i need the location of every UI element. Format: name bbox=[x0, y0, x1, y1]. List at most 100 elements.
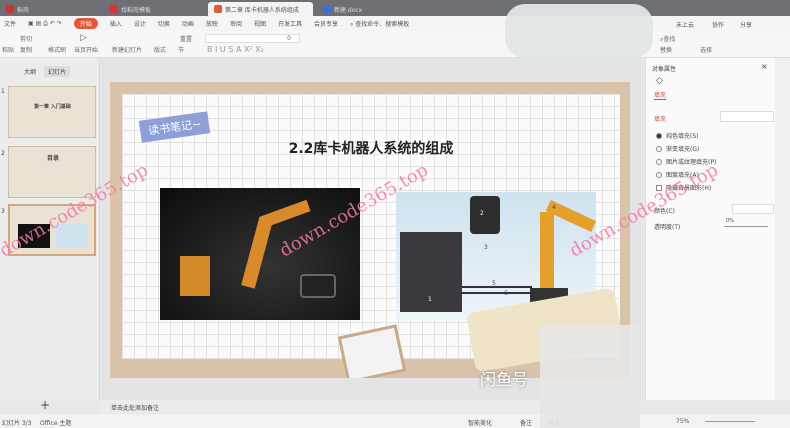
callout-label: 6 bbox=[504, 290, 508, 297]
tab-transition[interactable]: 切换 bbox=[158, 19, 170, 28]
mosaic-blur bbox=[540, 325, 640, 428]
thumb-title: 目录 bbox=[47, 155, 60, 162]
kuka-robot-photo[interactable] bbox=[160, 188, 360, 320]
find-button[interactable]: ⌕查找 bbox=[660, 34, 675, 44]
thumb-image bbox=[18, 224, 50, 248]
quick-access-toolbar[interactable]: ▣ ▤ ⎙ ↶ ↷ bbox=[28, 20, 62, 28]
hide-background-checkbox[interactable]: 隐藏背景图形(H) bbox=[656, 183, 711, 192]
title-bar: 稻壳 找稻壳模板 第二章 库卡机器人系统组成 新建.docx bbox=[0, 0, 790, 16]
replace-button[interactable]: 替换 bbox=[660, 45, 672, 54]
theme-name: Office 主题 bbox=[40, 420, 72, 427]
tab-view[interactable]: 视图 bbox=[254, 19, 266, 28]
new-slide-button[interactable]: 新建幻灯片 bbox=[112, 45, 142, 54]
zoom-slider[interactable] bbox=[705, 421, 755, 422]
slide-number: 3 bbox=[1, 208, 5, 215]
radio-selected bbox=[656, 132, 662, 139]
section-button[interactable]: 节 bbox=[178, 45, 184, 54]
reset-button[interactable]: 重置 bbox=[180, 34, 192, 43]
callout-label: 5 bbox=[492, 280, 496, 287]
teach-pendant bbox=[470, 196, 500, 234]
robot-arm bbox=[540, 212, 554, 292]
format-painter-button[interactable]: 格式刷 bbox=[48, 45, 66, 54]
tab-slideshow[interactable]: 放映 bbox=[206, 19, 218, 28]
word-icon bbox=[323, 5, 331, 13]
cable bbox=[462, 292, 532, 294]
tab-insert[interactable]: 插入 bbox=[110, 19, 122, 28]
robot-arm bbox=[259, 199, 311, 229]
docer-icon bbox=[110, 5, 118, 13]
slide-thumbnail-1[interactable]: 第一章 入门基础 bbox=[8, 86, 96, 138]
tab-docer[interactable]: 稻壳 bbox=[0, 2, 100, 16]
share-button[interactable]: 分享 bbox=[740, 20, 752, 29]
notes-button[interactable]: 备注 bbox=[520, 418, 532, 427]
fill-section-label: 填充 bbox=[654, 116, 667, 123]
callout-label: 1 bbox=[428, 296, 432, 303]
picture-fill-radio[interactable]: 图片或纹理填充(P) bbox=[656, 157, 716, 166]
copy-button[interactable]: 复制 bbox=[20, 45, 32, 54]
select-button[interactable]: 选择 bbox=[700, 45, 712, 54]
color-dropdown[interactable] bbox=[732, 204, 774, 214]
slide-counter: 幻灯片 3/3 bbox=[2, 420, 32, 427]
zoom-level[interactable]: 75% bbox=[676, 418, 689, 425]
tab-review[interactable]: 审阅 bbox=[230, 19, 242, 28]
fill-dropdown[interactable] bbox=[720, 111, 774, 122]
slide-number: 2 bbox=[1, 150, 5, 157]
tab-slides[interactable]: 幻灯片 bbox=[44, 66, 71, 77]
slide-title[interactable]: 2.2库卡机器人系统的组成 bbox=[122, 138, 620, 158]
layout-button[interactable]: 版式 bbox=[154, 45, 166, 54]
pattern-fill-radio[interactable]: 图案填充(A) bbox=[656, 170, 699, 179]
tab-home[interactable]: 开始 bbox=[73, 18, 98, 29]
notes-placeholder: 单击此处添加备注 bbox=[111, 405, 160, 412]
slide-thumbnail-2[interactable]: 目录 bbox=[8, 146, 96, 198]
tab-developer[interactable]: 开发工具 bbox=[278, 19, 302, 28]
tab-presentation[interactable]: 第二章 库卡机器人系统组成 bbox=[208, 2, 313, 16]
tab-template[interactable]: 找稻壳模板 bbox=[104, 2, 204, 16]
object-properties-panel: 对象属性 × ◇ 填充 填充 纯色填充(S) 渐变填充(G) 图片或纹理填充(P… bbox=[645, 58, 775, 400]
thumb-title: 第一章 入门基础 bbox=[34, 104, 71, 110]
slide-thumbnail-3[interactable] bbox=[8, 204, 96, 256]
radio bbox=[656, 158, 662, 165]
side-toolbar[interactable] bbox=[775, 58, 790, 400]
teach-pendant bbox=[300, 274, 336, 298]
transparency-slider[interactable] bbox=[724, 226, 768, 227]
file-menu[interactable]: 文件 bbox=[4, 19, 16, 28]
callout-label: 3 bbox=[484, 244, 488, 251]
paste-button[interactable]: 粘贴 bbox=[2, 45, 14, 54]
collab-button[interactable]: 协作 bbox=[712, 20, 724, 29]
mosaic-blur bbox=[505, 4, 653, 58]
ribbon: 粘贴 剪切 复制 格式刷 ▷ 当页开始 新建幻灯片 版式 节 重置 0 B I … bbox=[0, 31, 790, 58]
play-icon: ▷ bbox=[80, 33, 87, 43]
gradient-fill-radio[interactable]: 渐变填充(G) bbox=[656, 144, 699, 153]
tab-fill[interactable]: 填充 bbox=[654, 90, 667, 100]
solid-fill-radio[interactable]: 纯色填充(S) bbox=[656, 131, 699, 140]
callout-label: 2 bbox=[480, 210, 484, 217]
tab-design[interactable]: 设计 bbox=[134, 19, 146, 28]
text-format-buttons[interactable]: B I U S A X² X₂ bbox=[207, 45, 264, 54]
cable bbox=[462, 286, 532, 288]
tab-member[interactable]: 会员专享 bbox=[314, 19, 338, 28]
docer-icon bbox=[6, 5, 14, 13]
tab-animation[interactable]: 动画 bbox=[182, 19, 194, 28]
search-box[interactable]: ⌕ 查找命令、搜索模板 bbox=[350, 19, 409, 29]
beautify-button[interactable]: 智能美化 bbox=[468, 418, 492, 427]
add-slide-button[interactable]: + bbox=[40, 398, 50, 412]
tab-docx[interactable]: 新建.docx bbox=[317, 2, 417, 16]
callout-label: 4 bbox=[552, 204, 556, 211]
slide-thumbnails-panel: 大纲 幻灯片 1 第一章 入门基础 2 目录 3 + bbox=[0, 58, 100, 412]
close-icon[interactable]: × bbox=[761, 62, 768, 71]
cloud-status[interactable]: 未上云 bbox=[676, 20, 694, 29]
color-label: 颜色(C) bbox=[654, 208, 675, 215]
cut-button[interactable]: 剪切 bbox=[20, 34, 32, 43]
transparency-value: 0% bbox=[726, 218, 734, 224]
tab-outline[interactable]: 大纲 bbox=[24, 67, 36, 76]
status-bar: 幻灯片 3/3 Office 主题 智能美化 备注 批注 75% bbox=[0, 414, 790, 428]
controller-cabinet bbox=[180, 256, 210, 296]
fill-bucket-icon: ◇ bbox=[656, 76, 663, 86]
slide-number: 1 bbox=[1, 88, 5, 95]
radio bbox=[656, 171, 662, 178]
font-size-input[interactable]: 0 bbox=[205, 34, 300, 43]
ppt-icon bbox=[214, 5, 222, 13]
play-button[interactable]: 当页开始 bbox=[74, 45, 98, 54]
checkbox bbox=[656, 184, 662, 191]
panel-title: 对象属性 bbox=[652, 66, 677, 73]
